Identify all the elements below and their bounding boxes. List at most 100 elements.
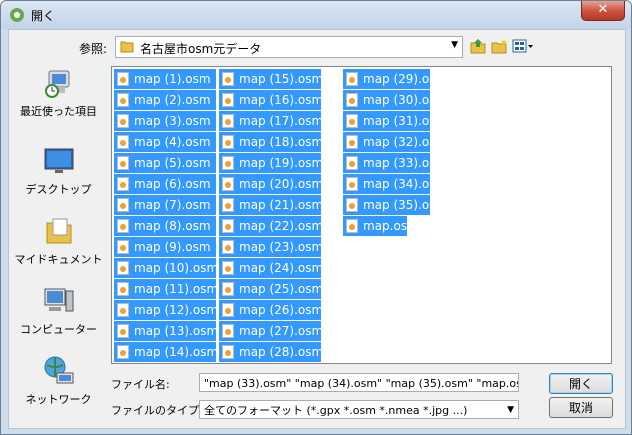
title-bar[interactable]: 開く ✕ <box>1 1 631 29</box>
file-name: map (11).osm <box>134 282 219 296</box>
file-item[interactable]: map (33).osm <box>343 153 447 173</box>
file-item[interactable]: map (26).osm <box>219 300 324 320</box>
file-item[interactable]: map (10).osm <box>114 258 218 278</box>
my-documents-icon <box>46 218 71 244</box>
file-name: map (17).osm <box>239 114 324 128</box>
file-name: map (28).osm <box>239 345 324 359</box>
file-name: map (24).osm <box>239 261 324 275</box>
place-label: マイドキュメント <box>14 253 103 266</box>
file-item[interactable]: map (31).osm <box>343 111 447 131</box>
filetype-label: ファイルのタイプ: <box>111 404 203 417</box>
file-item[interactable]: map (4).osm <box>114 132 216 152</box>
open-button[interactable]: 開く <box>549 373 613 394</box>
file-name: map (14).osm <box>134 345 219 359</box>
place-label: デスクトップ <box>25 183 92 196</box>
osm-file-icon <box>222 303 234 317</box>
file-name: map (26).osm <box>239 303 324 317</box>
file-item[interactable]: map (28).osm <box>219 342 324 362</box>
file-item[interactable]: map (5).osm <box>114 153 216 173</box>
file-item[interactable]: map (22).osm <box>219 216 323 236</box>
osm-file-icon <box>346 114 358 128</box>
osm-file-icon <box>222 219 234 233</box>
file-item[interactable]: map (14).osm <box>114 342 219 362</box>
file-name: map (1).osm <box>134 72 211 86</box>
osm-file-icon <box>117 93 129 107</box>
place-desktop[interactable]: デスクトップ <box>12 145 105 197</box>
osm-file-icon <box>346 72 358 86</box>
filetype-value: 全てのフォーマット (*.gpx *.osm *.nmea *.jpg ...) <box>204 404 468 417</box>
file-name: map (5).osm <box>134 156 211 170</box>
file-item[interactable]: map (3).osm <box>114 111 216 131</box>
views-menu-icon[interactable] <box>512 38 534 54</box>
filetype-select[interactable]: 全てのフォーマット (*.gpx *.osm *.nmea *.jpg ...)… <box>199 400 519 419</box>
cancel-button[interactable]: 取消 <box>549 397 613 418</box>
file-item[interactable]: map (9).osm <box>114 237 216 257</box>
places-bar: 最近使った項目 デスクトップ マイドキュメント コンピューター ネットワーク <box>12 67 105 417</box>
file-item[interactable]: map (32).osm <box>343 132 447 152</box>
file-item[interactable]: map (20).osm <box>219 174 323 194</box>
osm-file-icon <box>117 156 129 170</box>
file-name: map (7).osm <box>134 198 211 212</box>
osm-file-icon <box>117 261 129 275</box>
file-item[interactable]: map (7).osm <box>114 195 216 215</box>
file-name: map (12).osm <box>134 303 219 317</box>
file-item[interactable]: map (11).osm <box>114 279 219 299</box>
file-item[interactable]: map (13).osm <box>114 321 219 341</box>
place-computer[interactable]: コンピューター <box>12 285 105 337</box>
osm-file-icon <box>222 261 234 275</box>
place-network[interactable]: ネットワーク <box>12 355 105 407</box>
look-in-combobox[interactable]: 名古屋市osm元データ ▼ <box>115 36 463 58</box>
file-item[interactable]: map (23).osm <box>219 237 324 257</box>
osm-file-icon <box>222 345 234 359</box>
file-list[interactable]: map (1).osm map (2).osm map (3).osm map (4)… <box>111 66 612 364</box>
close-button[interactable]: ✕ <box>581 1 625 21</box>
file-name: map (16).osm <box>239 93 324 107</box>
file-item[interactable]: map (27).osm <box>219 321 323 341</box>
file-item[interactable]: map (29).osm <box>343 69 447 89</box>
file-item[interactable]: map (19).osm <box>219 153 323 173</box>
file-item[interactable]: map (15).osm <box>219 69 323 89</box>
file-item[interactable]: map (2).osm <box>114 90 216 110</box>
file-item[interactable]: map (12).osm <box>114 300 219 320</box>
osm-file-icon <box>117 135 129 149</box>
file-item[interactable]: map (17).osm <box>219 111 324 131</box>
file-item[interactable]: map (1).osm <box>114 69 216 89</box>
file-name: map (23).osm <box>239 240 324 254</box>
file-item[interactable]: map (6).osm <box>114 174 216 194</box>
file-item[interactable]: map (21).osm <box>219 195 323 215</box>
osm-file-icon <box>117 114 129 128</box>
osm-file-icon <box>222 156 234 170</box>
osm-file-icon <box>346 156 358 170</box>
osm-file-icon <box>117 324 129 338</box>
place-recent-items[interactable]: 最近使った項目 <box>12 67 105 119</box>
osm-file-icon <box>346 93 358 107</box>
chevron-down-icon[interactable]: ▼ <box>451 40 458 50</box>
file-item[interactable]: map (8).osm <box>114 216 216 236</box>
file-item[interactable]: map (30).osm <box>343 90 447 110</box>
osm-file-icon <box>222 93 234 107</box>
file-name: map (8).osm <box>134 219 211 233</box>
file-name: map (18).osm <box>239 135 324 149</box>
up-folder-icon[interactable] <box>469 38 487 54</box>
new-folder-icon[interactable] <box>491 38 509 54</box>
osm-file-icon <box>222 324 234 338</box>
filename-input[interactable]: "map (33).osm" "map (34).osm" "map (35).… <box>199 373 519 392</box>
osm-file-icon <box>222 198 234 212</box>
file-name: map (13).osm <box>134 324 219 338</box>
file-item[interactable]: map (25).osm <box>219 279 323 299</box>
file-item[interactable]: map (34).osm <box>343 174 447 194</box>
recent-items-icon <box>44 70 69 98</box>
place-label: 最近使った項目 <box>20 105 97 118</box>
app-icon <box>10 8 24 22</box>
file-name: map (3).osm <box>134 114 211 128</box>
file-item[interactable]: map (18).osm <box>219 132 324 152</box>
file-item[interactable]: map (24).osm <box>219 258 324 278</box>
chevron-down-icon[interactable]: ▼ <box>507 401 514 418</box>
file-item[interactable]: map (16).osm <box>219 90 324 110</box>
place-my-documents[interactable]: マイドキュメント <box>12 215 105 267</box>
file-item[interactable]: map.osm <box>343 216 419 236</box>
osm-file-icon <box>222 177 234 191</box>
osm-file-icon <box>117 240 129 254</box>
file-name: map (35).osm <box>363 198 448 212</box>
file-item[interactable]: map (35).osm <box>343 195 447 215</box>
